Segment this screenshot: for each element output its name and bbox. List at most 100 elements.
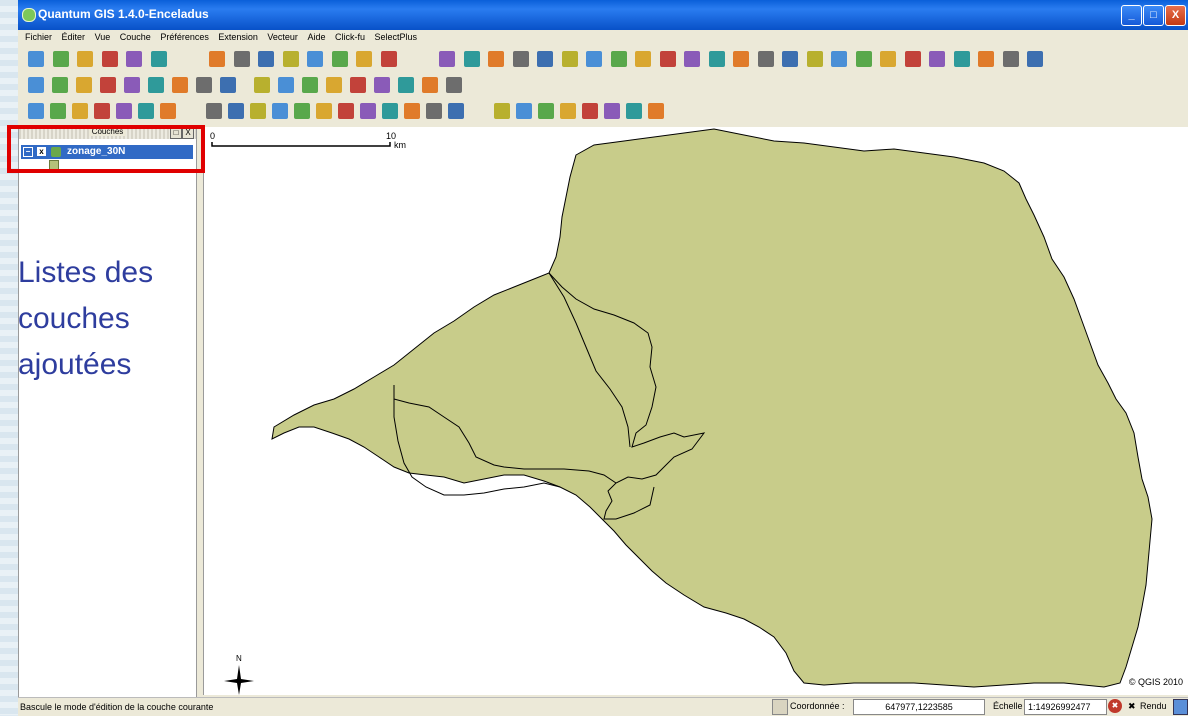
north-arrow-plugin-icon[interactable] (463, 51, 480, 67)
pan-map-icon[interactable] (28, 77, 44, 93)
identify-icon[interactable] (52, 77, 68, 93)
delete-part-icon[interactable] (316, 103, 332, 119)
delete-selection-icon[interactable] (76, 77, 92, 93)
measure-line-icon[interactable] (124, 77, 140, 93)
zoom-tool-icon[interactable] (1027, 51, 1043, 67)
add-wms-icon[interactable] (307, 51, 323, 67)
scalebar-plugin-icon[interactable] (488, 51, 504, 67)
add-island-icon[interactable] (272, 103, 288, 119)
georeferencer-icon[interactable] (512, 51, 529, 67)
dxf-icon[interactable] (684, 51, 700, 67)
projection-icon[interactable] (1173, 699, 1188, 715)
move-feature-icon[interactable] (50, 103, 66, 119)
print-icon[interactable] (150, 51, 167, 67)
menu-editer[interactable]: Éditer (62, 32, 86, 42)
scale-field[interactable]: 1:14926992477 (1024, 699, 1107, 715)
compass-icon[interactable] (659, 51, 676, 67)
copyright-icon[interactable] (439, 51, 455, 67)
cut-icon[interactable] (116, 103, 132, 119)
menu-click-fu[interactable]: Click-fu (335, 32, 365, 42)
coordinate-field[interactable]: 647977,1223585 (853, 699, 985, 715)
show-hide-icon[interactable] (648, 103, 664, 119)
zoom-layer-icon[interactable] (374, 77, 390, 93)
menu-couche[interactable]: Couche (120, 32, 151, 42)
rotate-label-icon[interactable] (560, 103, 576, 119)
map-tips-icon[interactable] (172, 77, 188, 93)
pin-icon[interactable] (604, 103, 620, 119)
paste-icon[interactable] (160, 103, 176, 119)
open-project-icon[interactable] (52, 51, 69, 67)
map-canvas[interactable]: 0 10 km N © QGIS 2010 (203, 127, 1188, 695)
chart-icon[interactable] (978, 51, 994, 67)
add-spatialite-icon[interactable] (282, 51, 299, 67)
menu-extension[interactable]: Extension (218, 32, 258, 42)
move-label-icon[interactable] (538, 103, 554, 119)
add-wfs-icon[interactable] (356, 51, 372, 67)
reshape-icon[interactable] (338, 103, 354, 119)
measure-area-icon[interactable] (148, 77, 164, 93)
coordinate-capture-icon[interactable] (635, 51, 651, 67)
add-raster-icon[interactable] (233, 51, 250, 67)
add-vector-icon[interactable] (209, 51, 225, 67)
database-icon[interactable] (806, 51, 823, 67)
render-checkbox[interactable]: ✖ (1128, 701, 1136, 712)
save-as-icon[interactable] (101, 51, 118, 67)
gps-icon[interactable] (537, 51, 553, 67)
person-icon[interactable] (904, 51, 921, 67)
edit-icon[interactable] (757, 51, 774, 67)
line-icon[interactable] (782, 51, 798, 67)
bookmark-icon[interactable] (196, 77, 212, 93)
grid-maker-icon[interactable] (561, 51, 578, 67)
print-composer-icon[interactable] (126, 51, 142, 67)
add-ring-icon[interactable] (250, 103, 266, 119)
zoom-next-icon[interactable] (422, 77, 438, 93)
offset-icon[interactable] (448, 103, 464, 119)
menu-vecteur[interactable]: Vecteur (267, 32, 298, 42)
refresh-icon[interactable] (446, 77, 462, 93)
globe-icon[interactable] (586, 51, 602, 67)
interpolation-icon[interactable] (708, 51, 725, 67)
attribute-table-icon[interactable] (100, 77, 116, 93)
rotate-icon[interactable] (426, 103, 442, 119)
menu-fichier[interactable]: Fichier (25, 32, 52, 42)
delete-layer-icon[interactable] (380, 51, 397, 67)
plugin-icon[interactable] (855, 51, 872, 67)
add-postgis-icon[interactable] (258, 51, 274, 67)
profile-icon[interactable] (610, 51, 627, 67)
undo-icon[interactable] (206, 103, 222, 119)
unpin-icon[interactable] (626, 103, 642, 119)
label-icon[interactable] (516, 103, 532, 119)
close-button[interactable]: X (1165, 5, 1186, 26)
pan-icon[interactable] (254, 77, 270, 93)
delete-ring-icon[interactable] (294, 103, 310, 119)
mosaic-icon[interactable] (1002, 51, 1019, 67)
copy-icon[interactable] (138, 103, 154, 119)
split-icon[interactable] (360, 103, 376, 119)
zoom-full-icon[interactable] (326, 77, 342, 93)
toggle-edit-icon[interactable] (28, 103, 44, 119)
maximize-button[interactable]: □ (1143, 5, 1164, 26)
simplify-icon[interactable] (404, 103, 420, 119)
python-icon[interactable] (880, 51, 896, 67)
menu-vue[interactable]: Vue (95, 32, 111, 42)
delete-selected-icon[interactable] (94, 103, 110, 119)
fill-ring-icon[interactable] (494, 103, 510, 119)
pdf-icon[interactable] (733, 51, 749, 67)
zoom-out-icon[interactable] (302, 77, 318, 93)
zoom-selection-icon[interactable] (350, 77, 366, 93)
new-bookmark-icon[interactable] (220, 77, 236, 93)
merge-icon[interactable] (382, 103, 398, 119)
diagram-icon[interactable] (582, 103, 598, 119)
coordinate-toggle-icon[interactable] (772, 699, 788, 715)
node-tool-icon[interactable] (72, 103, 88, 119)
menu-aide[interactable]: Aide (307, 32, 325, 42)
zoom-in-icon[interactable] (278, 77, 294, 93)
redo-icon[interactable] (228, 103, 244, 119)
sql-icon[interactable] (929, 51, 945, 67)
new-project-icon[interactable] (28, 51, 44, 67)
stop-render-icon[interactable]: ✖ (1108, 699, 1122, 713)
save-project-icon[interactable] (77, 51, 93, 67)
gis-icon[interactable] (953, 51, 970, 67)
menu-preferences[interactable]: Préférences (160, 32, 209, 42)
minimize-button[interactable]: _ (1121, 5, 1142, 26)
